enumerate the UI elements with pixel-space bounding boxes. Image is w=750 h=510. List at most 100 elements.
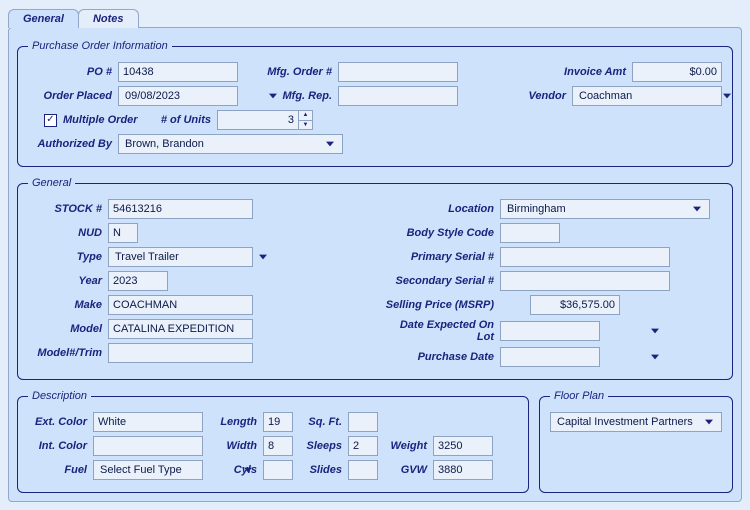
nud-input[interactable] [108,223,138,243]
msrp-label: Selling Price (MSRP) [380,299,500,311]
description-legend: Description [28,390,91,402]
multiple-order-label: Multiple Order [57,114,147,126]
ext-input[interactable] [93,412,203,432]
fuel-value[interactable] [98,461,244,479]
chevron-down-icon[interactable] [651,349,659,365]
chevron-down-icon[interactable] [689,201,705,217]
sqft-label: Sq. Ft. [293,416,348,428]
make-input[interactable] [108,295,253,315]
units-spinner[interactable]: ▲ ▼ [217,110,313,130]
stock-input[interactable] [108,199,253,219]
units-label: # of Units [147,114,217,126]
sserial-input[interactable] [500,271,670,291]
year-input[interactable] [108,271,168,291]
chevron-down-icon[interactable] [723,88,731,104]
pserial-input[interactable] [500,247,670,267]
ext-label: Ext. Color [28,416,93,428]
po-input[interactable] [118,62,238,82]
sserial-label: Secondary Serial # [380,275,500,287]
po-info-legend: Purchase Order Information [28,40,172,52]
multiple-order-checkbox[interactable]: ✓ [44,114,57,127]
int-label: Int. Color [28,440,93,452]
auth-value[interactable] [123,135,322,153]
expected-value[interactable] [505,322,651,340]
sqft-input[interactable] [348,412,378,432]
chevron-down-icon[interactable] [322,136,338,152]
cyls-input[interactable] [263,460,293,480]
body-input[interactable] [500,223,560,243]
po-label: PO # [28,66,118,78]
weight-input[interactable] [433,436,493,456]
spin-up-icon[interactable]: ▲ [298,111,312,121]
po-info-group: Purchase Order Information PO # Mfg. Ord… [17,40,733,167]
trim-label: Model#/Trim [28,347,108,359]
length-label: Length [203,416,263,428]
expected-label: Date Expected On Lot [380,319,500,343]
length-input[interactable] [263,412,293,432]
purchase-value[interactable] [505,348,651,366]
location-combo[interactable] [500,199,710,219]
slides-label: Slides [293,464,348,476]
tab-notes[interactable]: Notes [78,9,139,28]
chevron-down-icon[interactable] [701,414,717,430]
invoice-input[interactable] [632,62,722,82]
width-label: Width [203,440,263,452]
placed-combo[interactable] [118,86,238,106]
purchase-label: Purchase Date [380,351,500,363]
tab-strip: General Notes [8,8,742,27]
chevron-down-icon[interactable] [259,249,267,265]
purchase-combo[interactable] [500,347,600,367]
vendor-combo[interactable] [572,86,722,106]
msrp-input[interactable] [530,295,620,315]
auth-label: Authorized By [28,138,118,150]
trim-input[interactable] [108,343,253,363]
description-group: Description Ext. Color Length Sq. Ft. In… [17,390,529,493]
gvw-input[interactable] [433,460,493,480]
chevron-down-icon[interactable] [651,323,659,339]
model-input[interactable] [108,319,253,339]
tab-general[interactable]: General [8,9,79,28]
fuel-combo[interactable] [93,460,203,480]
location-value[interactable] [505,200,689,218]
int-input[interactable] [93,436,203,456]
chevron-down-icon[interactable] [244,462,252,478]
expected-combo[interactable] [500,321,600,341]
year-label: Year [28,275,108,287]
type-label: Type [28,251,108,263]
sleeps-label: Sleeps [293,440,348,452]
stock-label: STOCK # [28,203,108,215]
auth-combo[interactable] [118,134,343,154]
floorplan-combo[interactable] [550,412,722,432]
mfg-rep-input[interactable] [338,86,458,106]
chevron-down-icon[interactable] [269,88,277,104]
type-value[interactable] [113,248,259,266]
placed-value[interactable] [123,87,269,105]
pserial-label: Primary Serial # [380,251,500,263]
type-combo[interactable] [108,247,253,267]
tab-panel: Purchase Order Information PO # Mfg. Ord… [8,27,742,502]
invoice-label: Invoice Amt [552,66,632,78]
floorplan-group: Floor Plan [539,390,733,493]
floorplan-legend: Floor Plan [550,390,608,402]
vendor-label: Vendor [492,90,572,102]
general-legend: General [28,177,75,189]
units-input[interactable] [218,111,298,129]
slides-input[interactable] [348,460,378,480]
gvw-label: GVW [378,464,433,476]
placed-label: Order Placed [28,90,118,102]
model-label: Model [28,323,108,335]
mfg-order-label: Mfg. Order # [238,66,338,78]
mfg-order-input[interactable] [338,62,458,82]
vendor-value[interactable] [577,87,723,105]
spin-down-icon[interactable]: ▼ [298,121,312,130]
general-group: General STOCK # NUD Type Year Make Model… [17,177,733,380]
body-label: Body Style Code [380,227,500,239]
make-label: Make [28,299,108,311]
fuel-label: Fuel [28,464,93,476]
width-input[interactable] [263,436,293,456]
weight-label: Weight [378,440,433,452]
floorplan-value[interactable] [555,413,701,431]
nud-label: NUD [28,227,108,239]
sleeps-input[interactable] [348,436,378,456]
location-label: Location [380,203,500,215]
